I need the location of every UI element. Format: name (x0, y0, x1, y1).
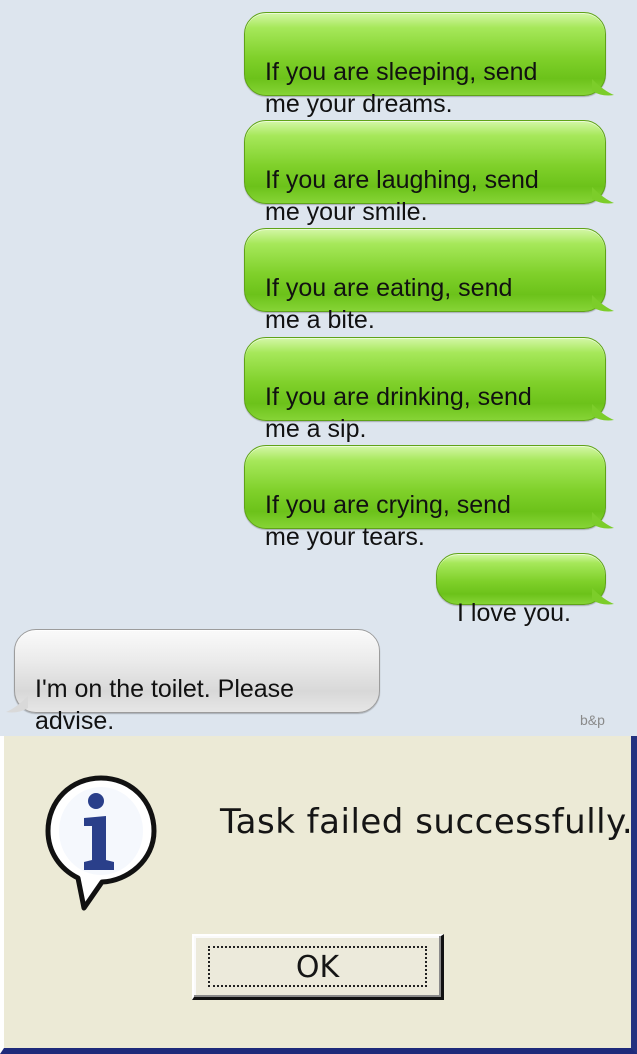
incoming-message-bubble: I'm on the toilet. Please advise. (6, 629, 380, 735)
message-text: I'm on the toilet. Please advise. (35, 675, 295, 735)
message-text: If you are eating, send me a bite. (265, 274, 513, 334)
ok-button[interactable]: OK (192, 934, 444, 1000)
bubble-tail (592, 295, 614, 312)
outgoing-message-bubble: If you are crying, send me your tears. (244, 445, 614, 551)
outgoing-message-bubble: If you are drinking, send me a sip. (244, 337, 614, 443)
message-text: I love you. (457, 599, 571, 627)
bubble-tail (592, 588, 614, 605)
bubble-tail (592, 79, 614, 96)
bubble-tail (592, 512, 614, 529)
message-text: If you are crying, send me your tears. (265, 491, 511, 551)
outgoing-message-bubble: If you are sleeping, send me your dreams… (244, 12, 614, 118)
message-text: If you are laughing, send me your smile. (265, 166, 539, 226)
outgoing-message-bubble: I love you. (436, 553, 614, 627)
message-text: If you are drinking, send me a sip. (265, 383, 532, 443)
ok-button-label: OK (295, 950, 340, 985)
outgoing-message-bubble: If you are laughing, send me your smile. (244, 120, 614, 226)
outgoing-message-bubble: If you are eating, send me a bite. (244, 228, 614, 334)
dialog-message: Task failed successfully. (220, 802, 634, 842)
watermark: b&p (580, 712, 605, 728)
info-icon (45, 775, 157, 911)
message-text: If you are sleeping, send me your dreams… (265, 58, 538, 118)
info-dialog: Task failed successfully. OK (0, 736, 637, 1054)
bubble-tail (592, 187, 614, 204)
bubble-tail (6, 696, 28, 713)
chat-thread: If you are sleeping, send me your dreams… (0, 0, 637, 736)
bubble-tail (592, 404, 614, 421)
